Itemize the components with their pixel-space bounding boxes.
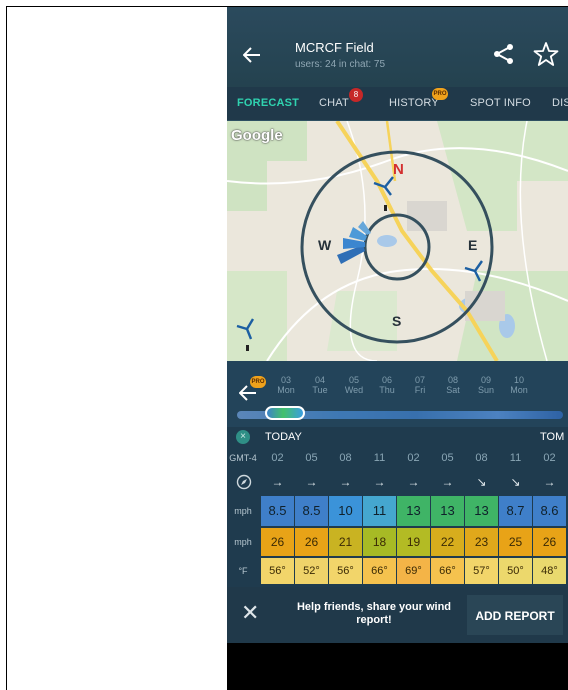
clear-circle-icon[interactable]: × (236, 430, 250, 444)
back-arrow-icon[interactable] (242, 45, 261, 67)
close-icon[interactable]: ✕ (241, 602, 259, 624)
hour-cell: 02 (271, 452, 284, 464)
day-item[interactable]: 06 Thu (370, 375, 404, 395)
wind-speed-cell: 13 (397, 496, 430, 526)
gust-cell: 22 (431, 528, 464, 556)
gust-cell: 26 (261, 528, 294, 556)
tab-chat[interactable]: CHAT (319, 97, 349, 109)
gust-cell: 26 (533, 528, 566, 556)
hour-cell: 08 (339, 452, 352, 464)
wind-direction-arrow-icon: → (271, 475, 284, 489)
gust-cell: 25 (499, 528, 532, 556)
wind-direction-arrow-icon: → (407, 475, 420, 489)
bottom-bar (227, 643, 568, 690)
compass-east-label: E (468, 237, 478, 253)
temp-cell: 57° (465, 558, 498, 584)
hour-cell: 11 (373, 452, 386, 464)
wind-speed-unit: mph (234, 506, 252, 516)
timeline-handle[interactable] (265, 406, 305, 420)
hour-cell: 08 (475, 452, 488, 464)
gust-cell: 23 (465, 528, 498, 556)
gust-cell: 26 (295, 528, 328, 556)
day-item[interactable]: 09 Sun (469, 375, 503, 395)
day-item[interactable]: 07 Fri (403, 375, 437, 395)
direction-row: → → → → → → ↘ ↘ → (227, 470, 568, 494)
temp-cell: 56° (261, 558, 294, 584)
share-icon[interactable] (493, 43, 515, 65)
hours-row: GMT-4 02 05 08 11 02 05 08 11 02 (227, 448, 568, 468)
app-screen: MCRCF Field users: 24 in chat: 75 FORECA… (227, 7, 568, 690)
tab-spot-info[interactable]: SPOT INFO (470, 97, 531, 109)
temp-cell: 69° (397, 558, 430, 584)
temp-cell: 66° (363, 558, 396, 584)
hour-cell: 05 (441, 452, 454, 464)
chat-unread-badge: 8 (349, 88, 363, 102)
temp-row: °F 56° 52° 56° 66° 69° 66° 57° 50° 48° (227, 558, 568, 584)
temp-cell: 56° (329, 558, 362, 584)
temp-cell: 50° (499, 558, 532, 584)
day-timeline: PRO 03 Mon 04 Tue 05 Wed 06 Thu 07 Fri 08 Sat … (227, 361, 568, 427)
tab-history[interactable]: HISTORY (389, 97, 439, 109)
today-label: TODAY (265, 431, 302, 443)
timezone-label: GMT-4 (229, 453, 257, 463)
wind-direction-arrow-icon: ↘ (510, 475, 521, 489)
report-banner: ✕ Help friends, share your wind report! … (227, 587, 568, 643)
timeline-back-arrow-icon[interactable] (238, 385, 257, 406)
date-row: × TODAY TOM (227, 427, 568, 447)
temp-cell: 48° (533, 558, 566, 584)
google-attribution: Google (231, 127, 283, 144)
wind-direction-arrow-icon: → (305, 475, 318, 489)
compass-south-label: S (392, 313, 402, 329)
gust-cell: 21 (329, 528, 362, 556)
wind-direction-arrow-icon: → (441, 475, 454, 489)
day-item[interactable]: 08 Sat (436, 375, 470, 395)
history-pro-badge: PRO (432, 88, 448, 100)
temp-unit: °F (238, 566, 248, 576)
wind-speed-cell: 11 (363, 496, 396, 526)
day-item[interactable]: 03 Mon (269, 375, 303, 395)
spot-title: MCRCF Field (295, 40, 374, 55)
favorite-star-icon[interactable] (533, 41, 559, 67)
compass-west-label: W (318, 237, 332, 253)
wind-speed-cell: 13 (465, 496, 498, 526)
hour-cell: 05 (305, 452, 318, 464)
compass-north-label: N (393, 161, 404, 178)
app-header: MCRCF Field users: 24 in chat: 75 (227, 7, 568, 87)
wind-direction-arrow-icon: → (543, 475, 556, 489)
hour-cell: 11 (509, 452, 522, 464)
gust-row: mph 26 26 21 18 19 22 23 25 26 (227, 528, 568, 556)
wind-speed-cell: 8.5 (295, 496, 328, 526)
wind-speed-cell: 8.7 (499, 496, 532, 526)
tomorrow-label: TOM (540, 431, 565, 443)
gust-cell: 19 (397, 528, 430, 556)
wind-direction-arrow-icon: → (373, 475, 386, 489)
forecast-table: × TODAY TOM GMT-4 02 05 08 11 02 05 08 11 02 → → →… (227, 427, 568, 587)
wind-direction-arrow-icon: ↘ (476, 475, 487, 489)
spot-subtitle: users: 24 in chat: 75 (295, 59, 386, 70)
wind-map[interactable]: Google N E S W (227, 121, 568, 361)
wind-speed-cell: 13 (431, 496, 464, 526)
day-item[interactable]: 10 Mon (502, 375, 536, 395)
add-report-button[interactable]: ADD REPORT (467, 595, 563, 635)
wind-speed-cell: 8.6 (533, 496, 566, 526)
wind-speed-cell: 10 (329, 496, 362, 526)
hour-cell: 02 (543, 452, 556, 464)
gust-cell: 18 (363, 528, 396, 556)
compass-icon (236, 474, 252, 495)
gust-unit: mph (234, 537, 252, 547)
hour-cell: 02 (407, 452, 420, 464)
wind-speed-cell: 8.5 (261, 496, 294, 526)
report-prompt: Help friends, share your wind report! (296, 601, 452, 626)
wind-speed-row: mph 8.5 8.5 10 11 13 13 13 8.7 8.6 (227, 496, 568, 526)
wind-direction-arrow-icon: → (339, 475, 352, 489)
tab-bar: FORECAST CHAT 8 HISTORY PRO SPOT INFO DI… (227, 87, 568, 121)
temp-cell: 66° (431, 558, 464, 584)
day-item[interactable]: 05 Wed (337, 375, 371, 395)
timeline-pro-badge: PRO (250, 376, 266, 388)
temp-cell: 52° (295, 558, 328, 584)
tab-forecast[interactable]: FORECAST (237, 97, 299, 109)
tab-distance[interactable]: DIS (552, 97, 568, 109)
day-item[interactable]: 04 Tue (303, 375, 337, 395)
